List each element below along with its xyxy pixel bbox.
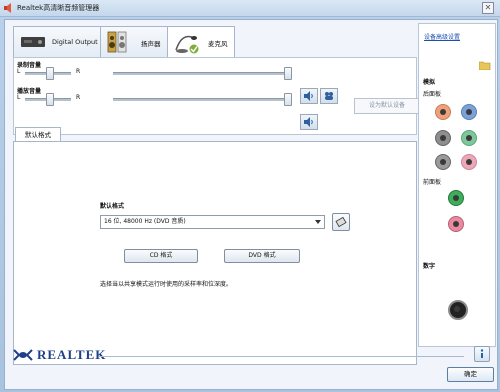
tab-microphone[interactable]: 麦克风 bbox=[167, 26, 235, 59]
playback-mute-button[interactable] bbox=[300, 114, 318, 130]
volume-panel: 录制音量 L R 播放音量 L R 设为默认设备 bbox=[13, 57, 420, 135]
speaker-icon bbox=[304, 117, 313, 127]
front-jack-pink[interactable] bbox=[448, 216, 464, 232]
left-channel-label: L bbox=[17, 68, 21, 75]
analog-label: 模拟 bbox=[423, 79, 436, 86]
connector-sidebar: 设备高级设置 模拟 后面板 前面板 数字 bbox=[418, 23, 496, 347]
tab-label: Digital Output bbox=[52, 38, 98, 46]
default-format-value: 16 位, 48000 Hz (DVD 音质) bbox=[104, 218, 186, 225]
reset-format-button[interactable] bbox=[332, 213, 350, 231]
rear-jack-blue[interactable] bbox=[461, 104, 477, 120]
title-bar: Realtek高清晰音频管理器 ✕ bbox=[0, 0, 500, 17]
playback-volume-label: 播放音量 bbox=[17, 88, 42, 95]
window-title: Realtek高清晰音频管理器 bbox=[17, 4, 100, 12]
realtek-crab-logo-icon bbox=[13, 349, 33, 361]
people-icon bbox=[325, 92, 333, 100]
tab-label: 麦克风 bbox=[208, 40, 228, 48]
app-window: Realtek高清晰音频管理器 ✕ Digital Output 扬声器 麦克风… bbox=[0, 0, 500, 392]
tab-speakers[interactable]: 扬声器 bbox=[100, 26, 168, 59]
front-panel-label: 前面板 bbox=[423, 179, 442, 186]
rear-jack-pink[interactable] bbox=[461, 154, 477, 170]
digital-label: 数字 bbox=[423, 263, 436, 270]
set-default-device-button[interactable]: 设为默认设备 bbox=[354, 98, 420, 114]
recording-advanced-button[interactable] bbox=[320, 88, 338, 104]
microphone-icon bbox=[175, 35, 200, 55]
default-format-select[interactable]: 16 位, 48000 Hz (DVD 音质) bbox=[100, 215, 325, 229]
info-button[interactable] bbox=[474, 346, 490, 362]
volume-track bbox=[113, 72, 289, 75]
close-button[interactable]: ✕ bbox=[482, 2, 494, 14]
rear-jack-black[interactable] bbox=[435, 154, 451, 170]
dvd-format-button[interactable]: DVD 格式 bbox=[224, 249, 300, 263]
info-icon bbox=[480, 349, 484, 358]
left-channel-label: L bbox=[17, 94, 21, 101]
right-channel-label: R bbox=[76, 68, 81, 75]
speaker-app-icon bbox=[4, 3, 11, 13]
balance-slider-thumb[interactable] bbox=[46, 93, 54, 106]
ok-button[interactable]: 确定 bbox=[447, 367, 494, 382]
brand-name: REALTEK bbox=[37, 347, 107, 362]
format-description: 选择当以共享模式运行时使用的采样率和位深度。 bbox=[100, 281, 233, 288]
footer-divider bbox=[99, 356, 464, 357]
rear-jack-gray[interactable] bbox=[435, 130, 451, 146]
folder-icon[interactable] bbox=[479, 60, 491, 70]
digital-optical-jack[interactable] bbox=[448, 300, 468, 320]
front-jack-green[interactable] bbox=[448, 190, 464, 206]
rear-jack-green[interactable] bbox=[461, 130, 477, 146]
rear-jack-orange[interactable] bbox=[435, 104, 451, 120]
recording-volume-label: 录制音量 bbox=[17, 62, 42, 69]
chevron-down-icon bbox=[315, 220, 321, 224]
recording-volume-row: 录制音量 L R bbox=[17, 60, 307, 80]
tab-label: 扬声器 bbox=[141, 40, 161, 48]
volume-slider-thumb[interactable] bbox=[284, 67, 292, 80]
tab-digital-output[interactable]: Digital Output bbox=[13, 26, 101, 59]
right-channel-label: R bbox=[76, 94, 81, 101]
cd-format-button[interactable]: CD 格式 bbox=[124, 249, 198, 263]
volume-track bbox=[113, 98, 289, 101]
eraser-icon bbox=[335, 216, 347, 228]
volume-slider-thumb[interactable] bbox=[284, 93, 292, 106]
realtek-logo: REALTEK bbox=[12, 347, 106, 363]
speakers-icon bbox=[107, 31, 127, 53]
balance-slider-thumb[interactable] bbox=[46, 67, 54, 80]
playback-volume-row: 播放音量 L R bbox=[17, 86, 307, 106]
rear-panel-label: 后面板 bbox=[423, 91, 442, 98]
advanced-settings-link[interactable]: 设备高级设置 bbox=[424, 32, 460, 41]
footer: REALTEK 确定 bbox=[4, 330, 496, 388]
default-format-label: 默认格式 bbox=[100, 203, 125, 210]
digital-output-device-icon bbox=[21, 37, 45, 47]
